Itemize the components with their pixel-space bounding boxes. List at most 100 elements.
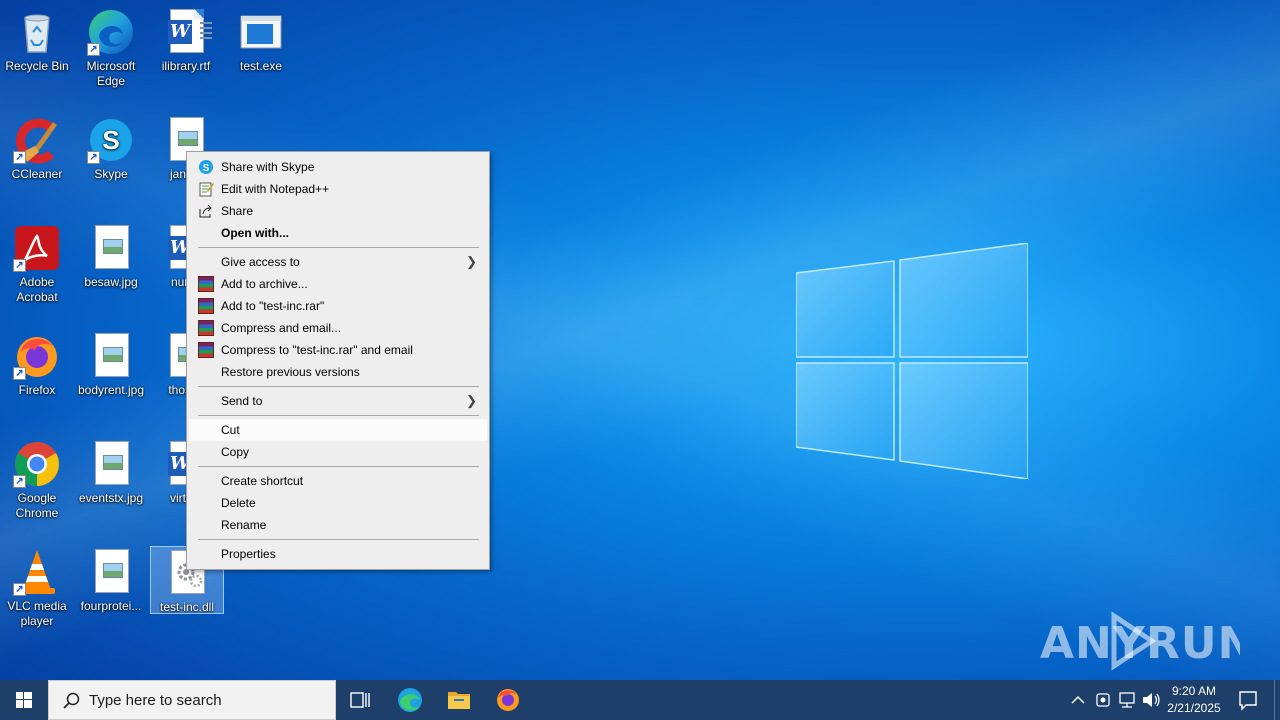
shortcut-arrow-icon: ↗ (13, 583, 26, 596)
tray-device-icon (1096, 693, 1110, 707)
menu-item-label: Properties (221, 547, 276, 561)
menu-item-share[interactable]: Share (189, 200, 487, 222)
start-button[interactable] (0, 680, 48, 720)
icon-label: Google Chrome (15, 491, 59, 520)
menu-item-share-with-skype[interactable]: S Share with Skype (189, 156, 487, 178)
image-file-icon (87, 440, 135, 488)
desktop-icon-google-chrome[interactable]: ↗ Google Chrome (0, 436, 74, 521)
desktop-icon-firefox[interactable]: ↗ Firefox (0, 328, 74, 398)
menu-item-label: Give access to (221, 255, 300, 269)
winrar-icon (198, 320, 214, 336)
context-menu: S Share with Skype Edit with Notepad++ S… (186, 151, 490, 570)
tray-app-icon[interactable] (1092, 680, 1114, 720)
desktop-icon-fourprotei[interactable]: fourprotei... (74, 544, 148, 614)
icon-label: test.exe (239, 59, 283, 73)
show-hidden-icons-button[interactable] (1068, 680, 1088, 720)
menu-separator (198, 415, 479, 416)
desktop-icon-skype[interactable]: S ↗ Skype (74, 112, 148, 182)
menu-item-send-to[interactable]: Send to ❯ (189, 390, 487, 412)
image-file-icon (87, 224, 135, 272)
menu-item-properties[interactable]: Properties (189, 543, 487, 565)
menu-separator (198, 247, 479, 248)
recycle-bin-icon (13, 8, 61, 56)
shortcut-arrow-icon: ↗ (13, 259, 26, 272)
chevron-right-icon: ❯ (466, 393, 477, 408)
menu-item-copy[interactable]: Copy (189, 441, 487, 463)
menu-item-label: Send to (221, 394, 263, 408)
file-explorer-icon (448, 692, 470, 709)
firefox-icon (497, 689, 519, 711)
menu-item-compress-and-email[interactable]: Compress and email... (189, 317, 487, 339)
icon-label: eventstx.jpg (78, 491, 144, 505)
menu-item-add-to-archive[interactable]: Add to archive... (189, 273, 487, 295)
icon-label: test-inc.dll (159, 600, 215, 614)
taskbar-firefox-button[interactable] (484, 680, 532, 720)
svg-text:S: S (102, 125, 119, 155)
taskbar-search-box[interactable]: Type here to search (48, 680, 336, 720)
edge-icon (398, 688, 422, 712)
volume-button[interactable] (1140, 680, 1162, 720)
menu-item-give-access-to[interactable]: Give access to ❯ (189, 251, 487, 273)
desktop-icon-adobe-acrobat[interactable]: ↗ Adobe Acrobat (0, 220, 74, 305)
windows-logo-wallpaper (796, 243, 1028, 479)
menu-separator (198, 466, 479, 467)
winrar-icon (198, 298, 214, 314)
image-file-icon (87, 548, 135, 596)
anyrun-watermark: ANY RUN (1040, 610, 1254, 672)
menu-separator (198, 539, 479, 540)
svg-text:S: S (203, 163, 210, 174)
chrome-icon: ↗ (13, 440, 61, 488)
desktop-icon-recycle-bin[interactable]: Recycle Bin (0, 4, 74, 74)
taskbar-file-explorer-button[interactable] (435, 680, 483, 720)
icon-label: Firefox (18, 383, 56, 397)
taskbar-clock[interactable]: 9:20 AM 2/21/2025 (1162, 683, 1226, 717)
icon-label: ilibrary.rtf (161, 59, 211, 73)
menu-item-cut[interactable]: Cut (189, 419, 487, 441)
vlc-icon: ↗ (13, 548, 61, 596)
taskbar-edge-button[interactable] (386, 680, 434, 720)
desktop-icon-besaw-jpg[interactable]: besaw.jpg (74, 220, 148, 290)
search-placeholder: Type here to search (89, 692, 222, 709)
winrar-icon (198, 342, 214, 358)
chevron-up-icon (1071, 695, 1085, 704)
menu-item-compress-to-rar-and-email[interactable]: Compress to "test-inc.rar" and email (189, 339, 487, 361)
menu-item-open-with[interactable]: Open with... (189, 222, 487, 244)
network-button[interactable] (1116, 680, 1138, 720)
shortcut-arrow-icon: ↗ (13, 151, 26, 164)
speaker-icon (1143, 693, 1160, 707)
menu-item-edit-with-notepadpp[interactable]: Edit with Notepad++ (189, 178, 487, 200)
desktop-icon-vlc[interactable]: ↗ VLC media player (0, 544, 74, 629)
desktop-icon-ilibrary-rtf[interactable]: W ilibrary.rtf (149, 4, 223, 74)
shortcut-arrow-icon: ↗ (87, 151, 100, 164)
action-center-button[interactable] (1226, 680, 1270, 720)
notification-icon (1239, 691, 1257, 711)
clock-date: 2/21/2025 (1167, 701, 1221, 715)
menu-item-rename[interactable]: Rename (189, 514, 487, 536)
menu-item-label: Rename (221, 518, 267, 532)
clock-time: 9:20 AM (1171, 684, 1217, 698)
menu-item-create-shortcut[interactable]: Create shortcut (189, 470, 487, 492)
icon-label: besaw.jpg (84, 275, 138, 289)
icon-label: CCleaner (11, 167, 63, 181)
show-desktop-button[interactable] (1274, 680, 1280, 720)
shortcut-arrow-icon: ↗ (13, 367, 26, 380)
menu-item-delete[interactable]: Delete (189, 492, 487, 514)
desktop-icon-test-exe[interactable]: test.exe (224, 4, 298, 74)
shortcut-arrow-icon: ↗ (87, 43, 100, 56)
menu-item-add-to-test-inc-rar[interactable]: Add to "test-inc.rar" (189, 295, 487, 317)
desktop-icon-bodyrent-jpg[interactable]: bodyrent.jpg (74, 328, 148, 398)
task-view-button[interactable] (336, 680, 384, 720)
desktop-icon-ccleaner[interactable]: ↗ CCleaner (0, 112, 74, 182)
desktop-icon-eventstx-jpg[interactable]: eventstx.jpg (74, 436, 148, 506)
menu-item-label: Share (221, 204, 254, 218)
menu-item-restore-previous-versions[interactable]: Restore previous versions (189, 361, 487, 383)
menu-item-label: Copy (221, 445, 250, 459)
edge-icon: ↗ (87, 8, 135, 56)
icon-label: Skype (94, 167, 128, 181)
image-file-icon (87, 332, 135, 380)
desktop-icon-edge[interactable]: ↗ Microsoft Edge (74, 4, 148, 89)
task-view-icon (350, 692, 370, 708)
menu-item-label: Share with Skype (221, 160, 315, 174)
menu-item-label: Restore previous versions (221, 365, 360, 379)
icon-label: fourprotei... (80, 599, 142, 613)
